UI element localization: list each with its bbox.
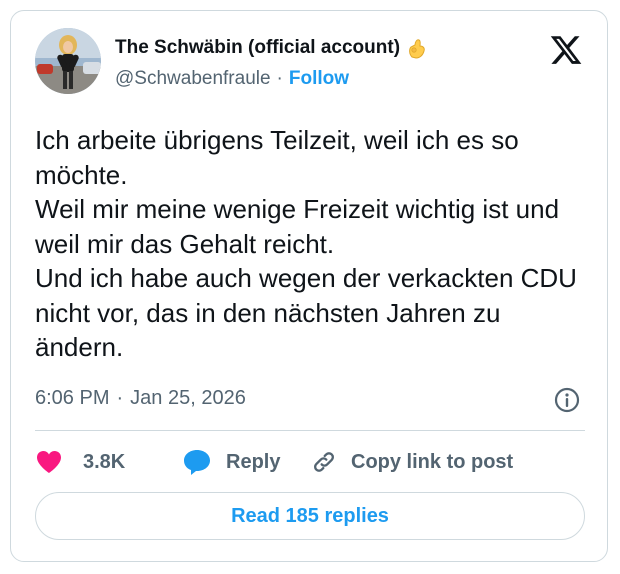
author-handle-row: @Schwabenfraule · Follow bbox=[115, 68, 349, 90]
read-replies-label: Read 185 replies bbox=[231, 504, 389, 527]
copy-link-label: Copy link to post bbox=[351, 450, 514, 473]
tweet-timestamp[interactable]: 6:06 PM · Jan 25, 2026 bbox=[35, 387, 246, 410]
x-logo-icon[interactable] bbox=[549, 33, 583, 67]
link-icon bbox=[314, 452, 334, 472]
info-icon[interactable] bbox=[554, 387, 580, 413]
reply-label: Reply bbox=[226, 450, 281, 473]
speech-bubble-icon bbox=[184, 450, 210, 475]
tweet-line: Und ich habe auch wegen der verkackten C… bbox=[35, 263, 577, 362]
tweet-line: Ich arbeite übrigens Teilzeit, weil ich … bbox=[35, 125, 519, 190]
heart-icon bbox=[37, 451, 61, 473]
author-name-row: The Schwäbin (official account) bbox=[115, 35, 428, 61]
tweet-time: 6:06 PM bbox=[35, 387, 110, 409]
separator-dot: · bbox=[276, 68, 283, 89]
author-display-name[interactable]: The Schwäbin (official account) bbox=[115, 37, 400, 59]
ok-hand-emoji-icon bbox=[406, 37, 428, 59]
follow-button[interactable]: Follow bbox=[289, 68, 349, 90]
copy-link-button[interactable]: Copy link to post bbox=[310, 448, 513, 476]
avatar[interactable] bbox=[35, 28, 101, 94]
author-handle[interactable]: @Schwabenfraule bbox=[115, 68, 271, 90]
divider bbox=[35, 430, 585, 431]
tweet-card: The Schwäbin (official account) @Schwabe… bbox=[10, 10, 608, 562]
tweet-date: Jan 25, 2026 bbox=[130, 387, 246, 409]
action-bar: 3.8K Reply Copy link to post bbox=[35, 444, 585, 480]
like-count: 3.8K bbox=[83, 450, 126, 473]
tweet-line: Weil mir meine wenige Freizeit wichtig i… bbox=[35, 194, 560, 259]
like-button[interactable]: 3.8K bbox=[35, 449, 182, 475]
separator-dot: · bbox=[116, 387, 124, 409]
reply-button[interactable]: Reply bbox=[182, 448, 310, 476]
tweet-text: Ich arbeite übrigens Teilzeit, weil ich … bbox=[35, 123, 595, 365]
read-replies-button[interactable]: Read 185 replies bbox=[35, 492, 585, 540]
